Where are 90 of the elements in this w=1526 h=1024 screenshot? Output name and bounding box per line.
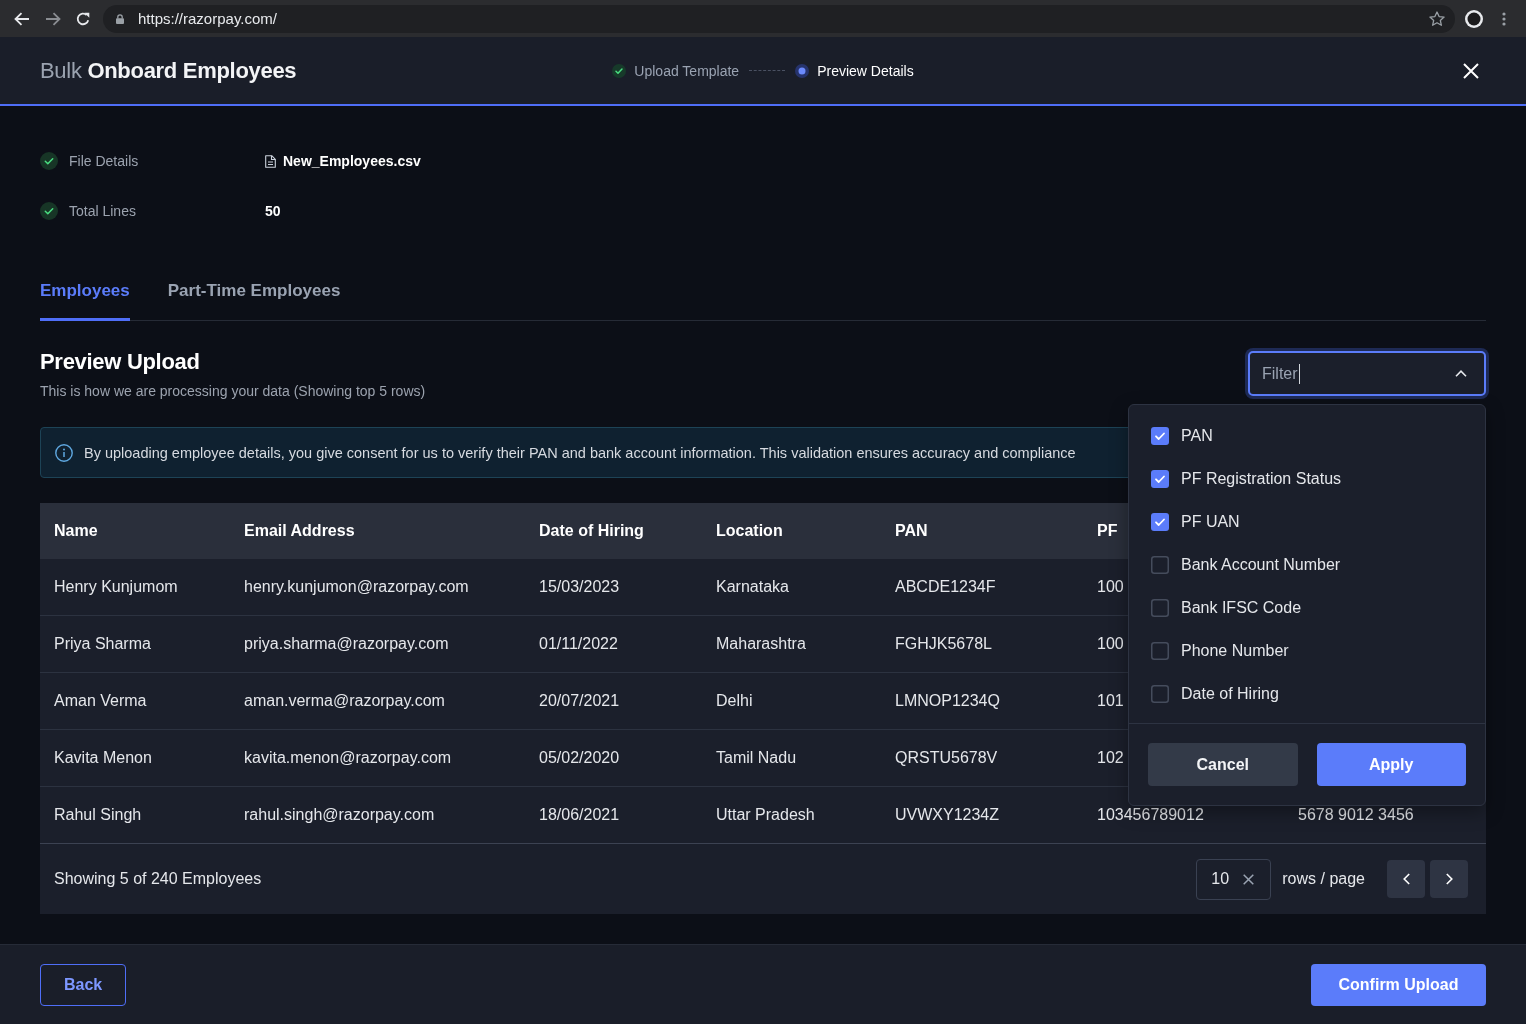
table-cell: Kavita Menon <box>54 749 152 767</box>
table-cell: Henry Kunjumom <box>54 578 178 596</box>
table-cell: Tamil Nadu <box>716 749 797 767</box>
checkbox[interactable] <box>1151 469 1169 488</box>
table-cell: Karnataka <box>716 578 789 596</box>
checkbox[interactable] <box>1151 641 1169 660</box>
checkbox[interactable] <box>1151 684 1169 703</box>
table-cell: Maharashtra <box>716 635 806 653</box>
address-bar[interactable]: https://razorpay.com/ <box>103 4 1455 33</box>
table-cell: 100 <box>1097 578 1124 596</box>
info-icon <box>55 443 73 462</box>
lock-icon <box>116 13 124 24</box>
back-button[interactable]: Back <box>40 963 127 1006</box>
file-icon <box>265 154 276 168</box>
table-cell: rahul.singh@razorpay.com <box>244 806 435 824</box>
previous-page-button[interactable] <box>1387 860 1425 898</box>
more-options-icon[interactable] <box>1502 11 1506 26</box>
clear-icon[interactable] <box>1243 873 1255 885</box>
table-cell: 18/06/2021 <box>539 806 620 824</box>
table-cell: Priya Sharma <box>54 635 151 653</box>
table-cell: 01/11/2022 <box>539 635 618 653</box>
step-connector <box>749 70 786 71</box>
checkbox[interactable] <box>1151 598 1169 617</box>
table-cell: UVWXY1234Z <box>895 806 1000 824</box>
table-cell: 103456789012 <box>1097 806 1204 824</box>
table-cell: Aman Verma <box>54 692 147 710</box>
table-cell: Delhi <box>716 692 753 710</box>
step-label: Upload Template <box>634 62 740 79</box>
step-label: Preview Details <box>817 62 914 79</box>
star-icon[interactable] <box>1429 10 1445 27</box>
table-cell: priya.sharma@razorpay.com <box>244 635 449 653</box>
next-page-button[interactable] <box>1430 860 1468 898</box>
option-label[interactable]: Bank IFSC Code <box>1181 598 1302 617</box>
url-text[interactable]: https://razorpay.com/ <box>138 10 277 27</box>
option-label[interactable]: PF Registration Status <box>1181 469 1342 488</box>
table-cell: 05/02/2020 <box>539 749 620 767</box>
tab[interactable]: Part-Time Employees <box>167 280 341 321</box>
profile-avatar-icon[interactable] <box>1465 9 1483 28</box>
table-cell: FGHJK5678L <box>895 635 992 653</box>
section-title: Preview Upload <box>40 348 201 376</box>
column-header: Date of Hiring <box>539 522 644 540</box>
table-cell: aman.verma@razorpay.com <box>244 692 445 710</box>
summary-label: Total Lines <box>69 203 136 219</box>
table-cell: 101 <box>1097 692 1124 710</box>
table-cell: Uttar Pradesh <box>716 806 815 824</box>
option-label[interactable]: PAN <box>1181 426 1213 445</box>
chevron-right-icon <box>1445 873 1453 885</box>
checkbox[interactable] <box>1151 426 1169 445</box>
column-header: PF <box>1097 522 1118 540</box>
summary-label: File Details <box>69 153 139 169</box>
chevron-left-icon <box>1402 873 1410 885</box>
table-cell: 20/07/2021 <box>539 692 620 710</box>
table-cell: 100 <box>1097 635 1124 653</box>
filter-field[interactable]: Filter <box>1248 351 1486 396</box>
option-label[interactable]: PF UAN <box>1181 512 1240 531</box>
notice-text: By uploading employee details, you give consent for us to verify their PAN and bank account information. This validation ensures accuracy and compliance <box>84 444 1076 461</box>
close-icon[interactable] <box>1463 62 1479 79</box>
table-cell: LMNOP1234Q <box>895 692 1000 710</box>
table-cell: ABCDE1234F <box>895 578 996 596</box>
rows-per-page-label: rows / page <box>1282 870 1365 888</box>
summary-value: 50 <box>265 203 281 219</box>
table-cell: Rahul Singh <box>54 806 142 824</box>
page-title: Bulk Onboard Employees <box>40 57 297 84</box>
table-summary: Showing 5 of 240 Employees <box>54 870 262 888</box>
chevron-up-icon <box>1455 370 1467 377</box>
option-label[interactable]: Phone Number <box>1181 641 1289 660</box>
table-cell: QRSTU5678V <box>895 749 998 767</box>
table-cell: kavita.menon@razorpay.com <box>244 749 452 767</box>
table-cell: henry.kunjumon@razorpay.com <box>244 578 469 596</box>
cancel-button[interactable]: Cancel <box>1148 743 1298 786</box>
column-header: Location <box>716 522 783 540</box>
file-name: New_Employees.csv <box>283 153 421 169</box>
column-header: PAN <box>895 522 928 540</box>
column-header: Name <box>54 522 98 540</box>
forward-arrow-icon[interactable] <box>45 11 61 26</box>
column-header: Email Address <box>244 522 355 540</box>
table-cell: 5678 9012 3456 <box>1298 806 1414 824</box>
reload-icon[interactable] <box>76 11 90 26</box>
section-subtitle: This is how we are processing your data (Showing top 5 rows) <box>40 382 426 401</box>
checkbox[interactable] <box>1151 512 1169 531</box>
rows-per-page-field[interactable]: 10 <box>1196 858 1272 900</box>
table-cell: 102 <box>1097 749 1124 767</box>
back-arrow-icon[interactable] <box>14 11 30 26</box>
apply-button[interactable]: Apply <box>1316 743 1466 786</box>
confirm-upload-button[interactable]: Confirm Upload <box>1311 963 1486 1006</box>
table-cell: 15/03/2023 <box>539 578 620 596</box>
tab[interactable]: Employees <box>40 280 130 321</box>
checkbox[interactable] <box>1151 555 1169 574</box>
option-label[interactable]: Bank Account Number <box>1181 555 1341 574</box>
option-label[interactable]: Date of Hiring <box>1181 684 1279 703</box>
